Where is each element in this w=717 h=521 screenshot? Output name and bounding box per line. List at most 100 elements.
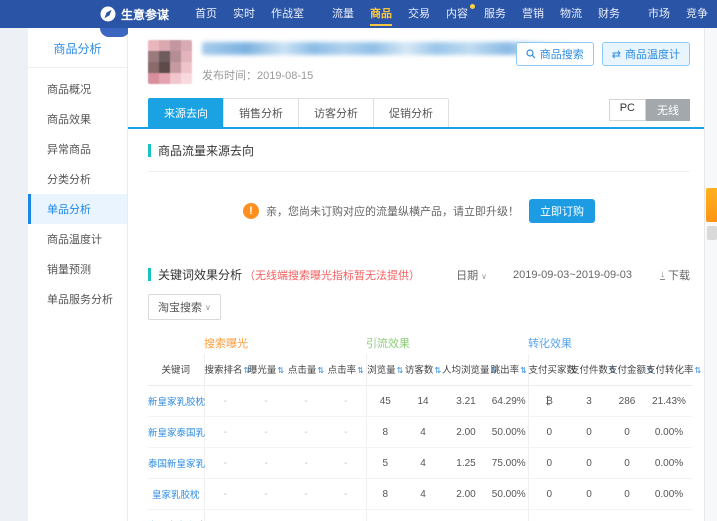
col-avg-views[interactable]: 人均浏览量⇅ [442,354,497,386]
notice-text: 亲，您尚未订购对应的流量纵横产品，请立即升级！ [266,206,519,218]
cell: 50.00% [490,416,529,448]
sort-icon[interactable]: ⇅ [520,366,527,375]
cell: 2.00 [442,416,490,448]
sidebar-item-single-item-analysis[interactable]: 单品分析 [28,194,127,224]
tab-promo-analysis[interactable]: 促销分析 [373,98,449,127]
compass-logo-icon [100,6,116,22]
sort-icon[interactable]: ⇅ [357,366,364,375]
col-visitors[interactable]: 访客数⇅ [404,354,442,386]
cell: 100.00% [490,509,529,521]
keyword-link[interactable]: 新皇家乳胶枕 [148,385,205,417]
date-dropdown-label: 日期 [456,269,479,282]
channel-dropdown[interactable]: 淘宝搜索 ∨ [148,294,221,320]
group-search-exposure: 搜索曝光 [204,338,248,350]
table-group-row: 搜索曝光 引流效果 转化效果 [148,330,692,354]
cell: 0 [528,478,570,510]
goods-thermometer-button[interactable]: ⇄ 商品温度计 [601,42,690,66]
nav-market[interactable]: 市场 [640,0,678,28]
cell: 0.00% [646,416,692,448]
goods-search-label: 商品搜索 [539,49,584,61]
cell: 0.00% [646,478,692,510]
cell: 0 [570,478,608,510]
brand[interactable]: 生意参谋 [100,6,169,23]
nav-marketing[interactable]: 营销 [514,0,552,28]
nav-home[interactable]: 首页 [187,0,225,28]
cell: 0 [608,478,646,510]
sidebar: 商品分析 商品概况 商品效果 异常商品 分类分析 单品分析 商品温度计 销量预测… [28,28,128,521]
cell: 0 [608,509,646,521]
sort-icon[interactable]: ⇅ [317,366,324,375]
sidebar-item-sales-forecast[interactable]: 销量预测 [28,254,127,284]
tab-source-destination[interactable]: 来源去向 [148,98,224,127]
sidebar-item-single-item-service[interactable]: 单品服务分析 [28,284,127,314]
sidebar-item-goods-thermometer[interactable]: 商品温度计 [28,224,127,254]
sidebar-item-goods-effect[interactable]: 商品效果 [28,104,127,134]
cell: - [286,478,326,510]
nav-realtime[interactable]: 实时 [225,0,263,28]
col-pay-conversion[interactable]: 支付转化率⇅ [646,354,701,386]
col-exposure[interactable]: 曝光量⇅ [246,354,286,386]
keyword-link[interactable]: 皇家乳胶枕 [148,478,205,510]
chevron-down-icon: ∨ [481,271,488,281]
cell: 0 [570,416,608,448]
keyword-link[interactable]: 泰国皇家乳胶 [148,509,205,521]
nav-traffic[interactable]: 流量 [324,0,362,28]
sort-icon[interactable]: ⇅ [397,366,404,375]
section-marker [148,268,151,281]
sidebar-collapse-handle[interactable] [100,28,130,37]
cell: - [204,385,246,417]
goods-search-button[interactable]: 商品搜索 [515,42,594,66]
keyword-section-header: 关键词效果分析 （无线端搜索曝光指标暂无法提供） 日期 ∨ 2019-09-03~… [148,266,690,283]
device-wireless-button[interactable]: 无线 [646,99,690,121]
col-search-rank[interactable]: 搜索排名⇅ [204,354,250,386]
keyword-table: 搜索曝光 引流效果 转化效果 关键词 搜索排名⇅ 曝光量⇅ 点击量⇅ 点击率⇅ … [148,330,701,521]
tab-sales-analysis[interactable]: 销售分析 [223,98,299,127]
date-dropdown[interactable]: 日期 ∨ [456,267,487,283]
col-pay-items[interactable]: 支付件数⇅ [570,354,616,386]
col-pay-amount[interactable]: 支付金额⇅ [608,354,654,386]
nav-competition[interactable]: 竞争 [678,0,716,28]
cell: - [204,509,246,521]
sort-icon[interactable]: ⇅ [695,366,702,375]
nav-content[interactable]: 内容 [438,0,476,28]
cell: 2 [404,509,442,521]
device-pc-button[interactable]: PC [608,99,646,121]
nav-service[interactable]: 服务 [476,0,514,28]
nav-trade[interactable]: 交易 [400,0,438,28]
download-icon: ↓ [660,268,665,280]
nav-finance[interactable]: 财务 [590,0,628,28]
cell: - [246,447,286,479]
sidebar-item-goods-overview[interactable]: 商品概况 [28,74,127,104]
download-button[interactable]: ↓ 下载 [660,267,690,283]
tab-visitor-analysis[interactable]: 访客分析 [298,98,374,127]
col-clicks[interactable]: 点击量⇅ [286,354,326,386]
cell: 1.25 [442,447,490,479]
cell: 8 [366,478,404,510]
order-now-button[interactable]: 立即订购 [529,199,595,223]
left-gutter [0,28,28,521]
sort-icon[interactable]: ⇅ [277,366,284,375]
cell: 14 [404,385,442,417]
col-pageviews[interactable]: 浏览量⇅ [366,354,404,386]
scrollbar-thumb[interactable] [707,226,717,240]
sidebar-item-category-analysis[interactable]: 分类分析 [28,164,127,194]
cell: - [246,416,286,448]
col-bounce-rate[interactable]: 跳出率⇅ [490,354,529,386]
group-conversion-effect: 转化效果 [528,330,692,354]
nav-goods[interactable]: 商品 [362,0,400,28]
keyword-link[interactable]: 泰国新皇家乳 [148,447,205,479]
cell: - [326,447,367,479]
nav-warroom[interactable]: 作战室 [263,0,312,28]
channel-dropdown-label: 淘宝搜索 [158,302,202,314]
cell: 21.43% [646,385,692,417]
brand-label: 生意参谋 [121,7,170,22]
feedback-tab[interactable] [706,188,717,222]
flow-section: 商品流量来源去向 [148,142,690,172]
cell: - [246,478,286,510]
cell: - [286,447,326,479]
sidebar-item-abnormal-goods[interactable]: 异常商品 [28,134,127,164]
sort-icon[interactable]: ⇅ [434,366,441,375]
col-ctr[interactable]: 点击率⇅ [326,354,367,386]
keyword-link[interactable]: 新皇家泰国乳 [148,416,205,448]
nav-logistics[interactable]: 物流 [552,0,590,28]
